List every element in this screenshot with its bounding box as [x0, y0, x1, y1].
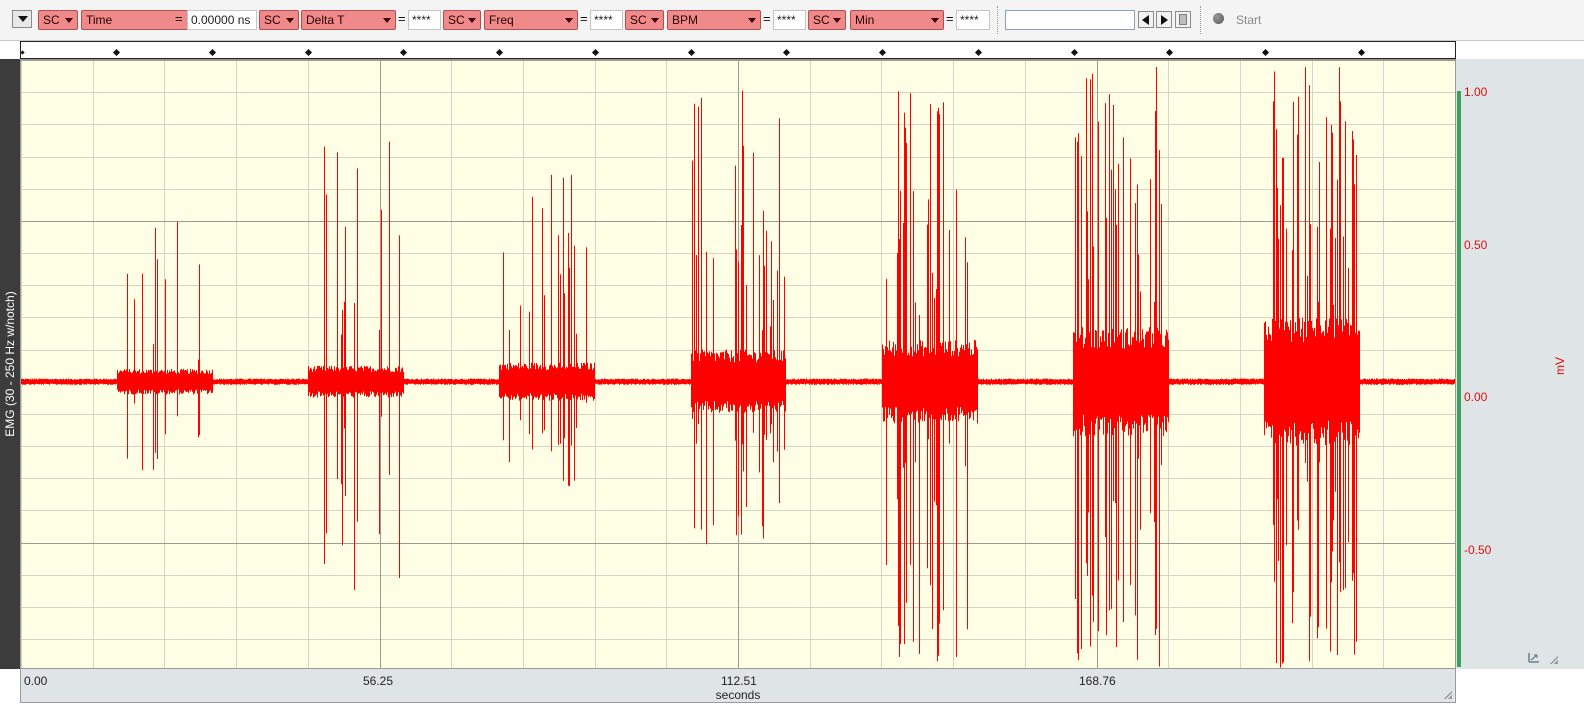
measurement-menu-button[interactable]	[12, 10, 32, 28]
measurement-type-select-5[interactable]: Min	[850, 10, 944, 30]
toolbar-separator	[997, 6, 999, 34]
find-next-button[interactable]	[1156, 11, 1172, 28]
event-marker[interactable]	[20, 50, 25, 55]
measurement-value-4: ****	[773, 10, 806, 30]
event-marker[interactable]	[687, 48, 696, 57]
y-tick-label: 1.00	[1464, 85, 1488, 99]
event-marker[interactable]	[304, 48, 313, 57]
chevron-down-icon	[651, 18, 659, 23]
find-previous-button[interactable]	[1138, 11, 1154, 28]
chevron-down-icon	[748, 18, 756, 23]
event-marker[interactable]	[399, 48, 408, 57]
x-tick-label: 0.00	[24, 674, 48, 688]
measurement-type-select-2[interactable]: Delta T	[301, 10, 396, 30]
event-marker[interactable]	[1261, 48, 1270, 57]
equals-sign: =	[763, 11, 771, 26]
event-marker-bar[interactable]	[20, 41, 1456, 59]
chevron-down-icon	[931, 18, 939, 23]
chevron-down-icon	[468, 18, 476, 23]
measurement-value-1: 0.00000 ns	[187, 10, 257, 30]
event-marker[interactable]	[112, 48, 121, 57]
channel-select-1[interactable]: SC	[38, 10, 78, 30]
chevron-down-icon	[65, 18, 73, 23]
toolbar: SC Time = 0.00000 ns SC Delta T = **** S…	[0, 0, 1584, 41]
x-axis-unit: seconds	[715, 688, 761, 702]
channel-select-5[interactable]: SC	[808, 10, 846, 30]
chevron-down-icon	[383, 18, 391, 23]
equals-sign: =	[946, 11, 954, 26]
channel-label: EMG (30 - 250 Hz w/notch)	[3, 291, 17, 437]
x-tick-label: 168.76	[1079, 674, 1116, 688]
event-marker[interactable]	[974, 48, 983, 57]
equals-sign: =	[175, 11, 183, 26]
x-tick-label: 112.51	[721, 674, 757, 688]
measurement-value-3: ****	[590, 10, 623, 30]
flag-icon[interactable]	[1175, 11, 1191, 28]
equals-sign: =	[398, 11, 406, 26]
waveform-plot[interactable]	[20, 59, 1456, 669]
y-tick-label: 0.50	[1464, 238, 1488, 252]
channel-label-bar[interactable]: EMG (30 - 250 Hz w/notch)	[0, 59, 20, 669]
resize-grip-icon[interactable]	[1550, 656, 1558, 664]
event-marker[interactable]	[878, 48, 887, 57]
event-marker[interactable]	[495, 48, 504, 57]
y-tick-label: -0.50	[1464, 543, 1492, 557]
waveform-chart[interactable]	[21, 60, 1455, 668]
event-marker[interactable]	[782, 48, 791, 57]
start-button[interactable]: Start	[1236, 13, 1261, 27]
measurement-value-2: ****	[408, 10, 441, 30]
record-icon[interactable]	[1213, 13, 1224, 24]
event-marker[interactable]	[208, 48, 217, 57]
measurement-type-select-4[interactable]: BPM	[667, 10, 761, 30]
event-marker[interactable]	[1070, 48, 1079, 57]
resize-grip-icon[interactable]	[1444, 691, 1452, 699]
channel-select-4[interactable]: SC	[625, 10, 664, 30]
measurement-type-select-3[interactable]: Freq	[484, 10, 578, 30]
event-marker[interactable]	[591, 48, 600, 57]
y-axis-unit: mV	[1553, 357, 1567, 375]
chevron-down-icon	[565, 18, 573, 23]
channel-scale-indicator	[1457, 91, 1461, 667]
event-marker[interactable]	[1165, 48, 1174, 57]
y-tick-label: 0.00	[1464, 390, 1488, 404]
toolbar-separator	[1200, 6, 1202, 34]
measurement-value-5: ****	[956, 10, 990, 30]
equals-sign: =	[580, 11, 588, 26]
find-input[interactable]	[1005, 10, 1135, 30]
chevron-down-icon	[286, 18, 294, 23]
x-tick-label: 56.25	[363, 674, 394, 688]
chevron-down-icon	[833, 18, 841, 23]
event-marker[interactable]	[1357, 48, 1366, 57]
channel-select-2[interactable]: SC	[259, 10, 299, 30]
autoscale-icon[interactable]	[1527, 650, 1541, 664]
channel-select-3[interactable]: SC	[443, 10, 481, 30]
